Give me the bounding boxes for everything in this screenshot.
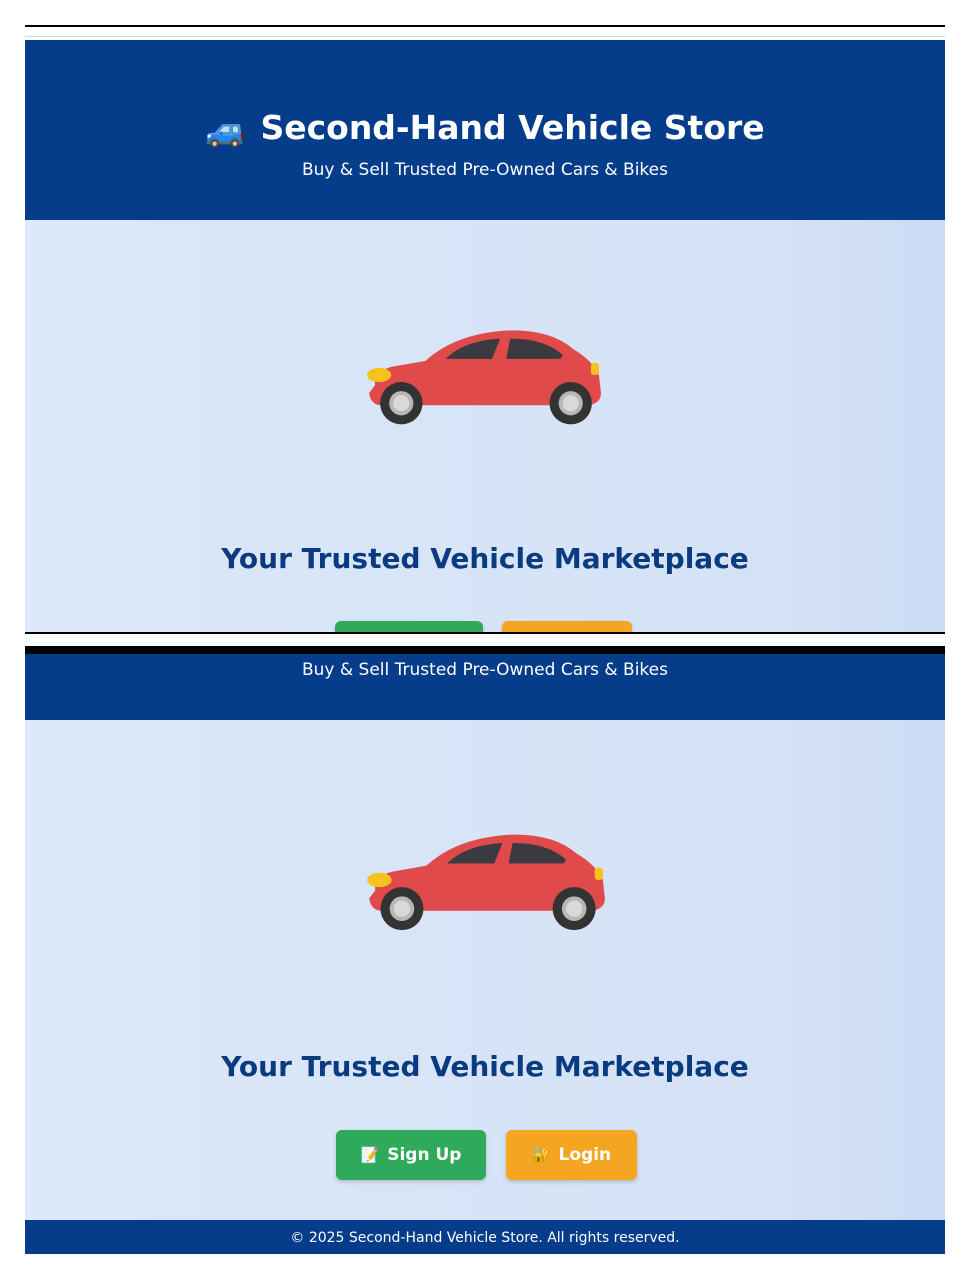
car-illustration-icon <box>367 834 605 931</box>
screenshot-divider-thick <box>25 646 945 654</box>
screenshot-panel-bottom: Buy & Sell Trusted Pre-Owned Cars & Bike… <box>25 654 945 1254</box>
signup-button[interactable] <box>335 621 483 632</box>
screenshot-divider <box>25 632 945 634</box>
site-title-text: Second-Hand Vehicle Store <box>260 108 765 147</box>
footer-copyright: © 2025 Second-Hand Vehicle Store. All ri… <box>290 1230 680 1246</box>
site-tagline: Buy & Sell Trusted Pre-Owned Cars & Bike… <box>302 160 668 180</box>
car-emoji-icon: 🚙 <box>205 109 247 149</box>
signup-button[interactable]: 📝 Sign Up <box>336 1130 486 1180</box>
memo-icon: 📝 <box>360 1146 380 1164</box>
hero-section: Your Trusted Vehicle Marketplace 📝 Sign … <box>25 720 945 1220</box>
login-button[interactable]: 🔐 Login <box>506 1130 637 1180</box>
lock-icon: 🔐 <box>531 1146 551 1164</box>
site-tagline: Buy & Sell Trusted Pre-Owned Cars & Bike… <box>302 660 668 680</box>
hero-headline: Your Trusted Vehicle Marketplace <box>221 542 749 575</box>
signup-button-label: Sign Up <box>387 1145 462 1165</box>
hero-section: Your Trusted Vehicle Marketplace <box>25 220 945 632</box>
site-footer: © 2025 Second-Hand Vehicle Store. All ri… <box>25 1220 945 1254</box>
top-divider-thin <box>25 36 945 37</box>
site-header: 🚙 Second-Hand Vehicle Store Buy & Sell Tr… <box>25 40 945 220</box>
screenshot-panel-top: 🚙 Second-Hand Vehicle Store Buy & Sell Tr… <box>25 40 945 632</box>
login-button[interactable] <box>502 621 632 632</box>
site-title: 🚙 Second-Hand Vehicle Store <box>25 108 945 150</box>
login-button-label: Login <box>558 1145 612 1165</box>
site-header: Buy & Sell Trusted Pre-Owned Cars & Bike… <box>25 654 945 720</box>
hero-headline: Your Trusted Vehicle Marketplace <box>221 1050 749 1083</box>
top-divider <box>25 25 945 27</box>
car-illustration-icon <box>367 330 601 425</box>
